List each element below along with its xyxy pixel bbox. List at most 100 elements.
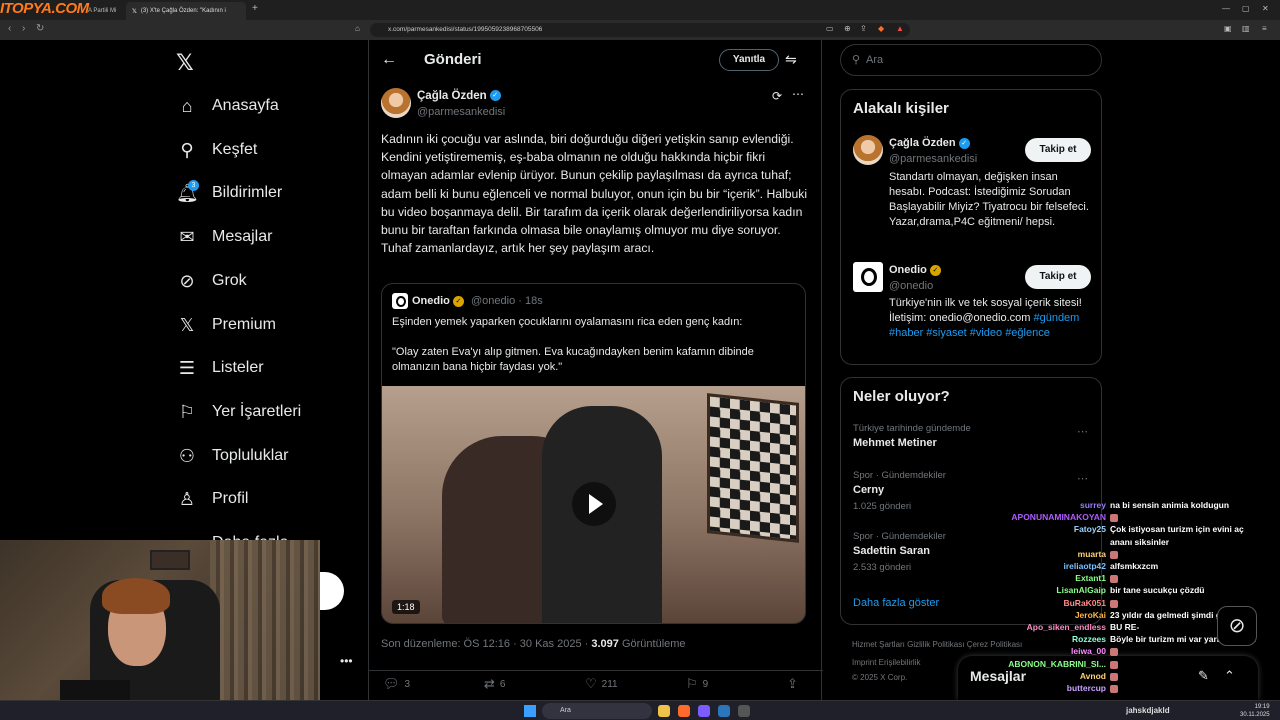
- obs-icon[interactable]: [738, 705, 750, 717]
- back-arrow-icon[interactable]: ←: [381, 51, 397, 69]
- discord-icon[interactable]: [698, 705, 710, 717]
- bookmark-action[interactable]: ⚐ 9: [686, 676, 708, 692]
- chat-username[interactable]: BuRaK051: [1063, 598, 1106, 608]
- onedio-avatar[interactable]: [853, 262, 883, 292]
- emote-icon: [1110, 550, 1118, 559]
- bookmark-page-icon[interactable]: ⌂: [355, 24, 360, 33]
- more-options-icon[interactable]: ⋯: [792, 87, 804, 101]
- quoted-tweet[interactable]: Onedio ✓ @onedio · 18s Eşinden yemek yapa…: [381, 283, 806, 624]
- sidebar-item-explore[interactable]: ⚲ Keşfet: [176, 135, 257, 165]
- wallet-icon[interactable]: ▣: [1224, 24, 1232, 33]
- author-name-text: Çağla Özden: [417, 90, 487, 102]
- new-tab-button[interactable]: +: [252, 3, 258, 14]
- avatar[interactable]: [381, 88, 411, 118]
- post-button[interactable]: [320, 572, 344, 610]
- file-explorer-icon[interactable]: [658, 705, 670, 717]
- emote-icon: [1110, 672, 1118, 681]
- person-name[interactable]: Çağla Özden ✓: [889, 137, 970, 149]
- chat-username[interactable]: Fatoy25: [1074, 524, 1106, 534]
- play-icon[interactable]: [572, 482, 616, 526]
- grok-explain-icon[interactable]: ⟳: [772, 89, 782, 103]
- x-logo-icon[interactable]: 𝕏: [176, 50, 194, 76]
- chat-message: LisanAlGaip bir tane sucukçu çözdü: [990, 585, 1280, 598]
- sidebar-item-label: Keşfet: [212, 141, 258, 158]
- reply-button[interactable]: Yanıtla: [719, 49, 779, 71]
- rewards-icon[interactable]: ▲: [896, 24, 904, 33]
- chat-username[interactable]: JeroKai: [1075, 610, 1106, 620]
- chat-username[interactable]: APONUNAMINAKOYAN: [1011, 512, 1106, 522]
- bookmark-icon: ⚐: [686, 676, 698, 691]
- sidebar-item-lists[interactable]: ☰ Listeler: [176, 353, 264, 383]
- video-player[interactable]: 1:18: [382, 386, 805, 623]
- sidebar-item-premium[interactable]: 𝕏 Premium: [176, 310, 276, 340]
- sidebar-toggle-icon[interactable]: ▥: [1242, 24, 1250, 33]
- person-bio: Türkiye'nin ilk ve tek sosyal içerik sit…: [889, 296, 1095, 341]
- chat-username[interactable]: ABONON_KABRINI_SI...: [1008, 659, 1106, 669]
- account-more-icon[interactable]: •••: [340, 654, 353, 668]
- close-icon[interactable]: ✕: [1262, 4, 1269, 13]
- sidebar-item-communities[interactable]: ⚇ Topluluklar: [176, 441, 289, 471]
- zoom-icon[interactable]: ⊕: [844, 24, 851, 33]
- search-icon: ⚲: [852, 54, 861, 66]
- chat-username[interactable]: muarta: [1078, 549, 1106, 559]
- sidebar-item-messages[interactable]: ✉ Mesajlar: [176, 222, 272, 252]
- show-more-link[interactable]: Daha fazla göster: [853, 597, 939, 609]
- repost-action[interactable]: ⇄ 6: [484, 676, 505, 692]
- steam-icon[interactable]: [718, 705, 730, 717]
- follow-button[interactable]: Takip et: [1025, 265, 1091, 289]
- share-action[interactable]: ⇪: [787, 676, 798, 692]
- chat-username[interactable]: Extant1: [1075, 573, 1106, 583]
- chat-username[interactable]: ireliaotp42: [1063, 561, 1106, 571]
- sidebar-item-profile[interactable]: ♙ Profil: [176, 484, 249, 514]
- footer-links[interactable]: Imprint Erişilebilirlik: [852, 658, 920, 667]
- chat-username[interactable]: LisanAlGaip: [1056, 585, 1106, 595]
- chat-text: alfsmkxzcm: [1110, 561, 1159, 571]
- like-action[interactable]: ♡ 211: [585, 676, 618, 692]
- reply-action[interactable]: 💬︎ 3: [383, 676, 410, 692]
- sidebar-item-notifications[interactable]: 🔔︎ 3 Bildirimler: [176, 178, 282, 208]
- sidebar-item-bookmarks[interactable]: ⚐ Yer İşaretleri: [176, 397, 301, 427]
- maximize-icon[interactable]: ▢: [1242, 4, 1250, 13]
- person-handle[interactable]: @onedio: [889, 280, 933, 292]
- person-name[interactable]: Onedio ✓: [889, 264, 941, 276]
- card-title: Neler oluyor?: [853, 388, 950, 405]
- menu-icon[interactable]: ≡: [1262, 24, 1267, 33]
- verified-badge-icon: ✓: [489, 90, 501, 102]
- chat-username[interactable]: Apo_siken_endless: [1027, 622, 1106, 632]
- chat-username[interactable]: buttercup: [1067, 683, 1106, 693]
- person-handle[interactable]: @parmesankedisi: [889, 153, 977, 165]
- cast-icon[interactable]: ▭: [826, 24, 834, 33]
- like-count: 211: [601, 678, 618, 690]
- reload-icon[interactable]: ↻: [36, 23, 44, 34]
- taskbar-search[interactable]: Ara: [542, 703, 652, 719]
- minimize-icon[interactable]: —: [1222, 4, 1230, 13]
- sidebar-item-grok[interactable]: ⊘ Grok: [176, 266, 246, 296]
- edited-timestamp[interactable]: Son düzenleme: ÖS 12:16 · 30 Kas 2025 ·: [381, 638, 591, 650]
- chat-username[interactable]: surrey: [1080, 500, 1106, 510]
- windows-start-icon[interactable]: [524, 705, 536, 717]
- share-icon[interactable]: ⇪: [860, 24, 867, 33]
- onedio-logo-icon: [392, 293, 408, 309]
- brave-browser-icon[interactable]: [678, 705, 690, 717]
- trend-item[interactable]: Türkiye tarihinde gündemde Mehmet Metine…: [853, 423, 1093, 449]
- main-column: ← Gönderi Yanıtla ⇋ Çağla Özden ✓ @parmes…: [368, 40, 823, 700]
- filter-icon[interactable]: ⇋: [785, 51, 797, 68]
- avatar[interactable]: [853, 135, 883, 165]
- taskbar-clock[interactable]: 19:19 30.11.2025: [1240, 703, 1270, 719]
- follow-button[interactable]: Takip et: [1025, 138, 1091, 162]
- browser-tab-active[interactable]: 𝕏 (3) X'te Çağla Özden: "Kadının i: [126, 2, 246, 20]
- sidebar-item-home[interactable]: ⌂ Anasayfa: [176, 91, 279, 121]
- chat-username[interactable]: Avnod: [1080, 671, 1106, 681]
- brave-shield-icon[interactable]: ◆: [878, 24, 884, 33]
- chat-username[interactable]: Rozzees: [1072, 634, 1106, 644]
- trend-more-icon[interactable]: ⋯: [1077, 425, 1088, 438]
- trend-more-icon[interactable]: ⋯: [1077, 472, 1088, 485]
- search-input[interactable]: [866, 46, 1096, 74]
- grok-fab-icon[interactable]: ⊘: [1217, 606, 1257, 646]
- chat-username[interactable]: leiwa_00: [1071, 646, 1106, 656]
- back-icon[interactable]: ‹: [8, 23, 11, 34]
- author-handle[interactable]: @parmesankedisi: [417, 106, 505, 118]
- author-name[interactable]: Çağla Özden ✓: [417, 90, 501, 102]
- forward-icon[interactable]: ›: [22, 23, 25, 34]
- views-label: Görüntüleme: [618, 638, 686, 650]
